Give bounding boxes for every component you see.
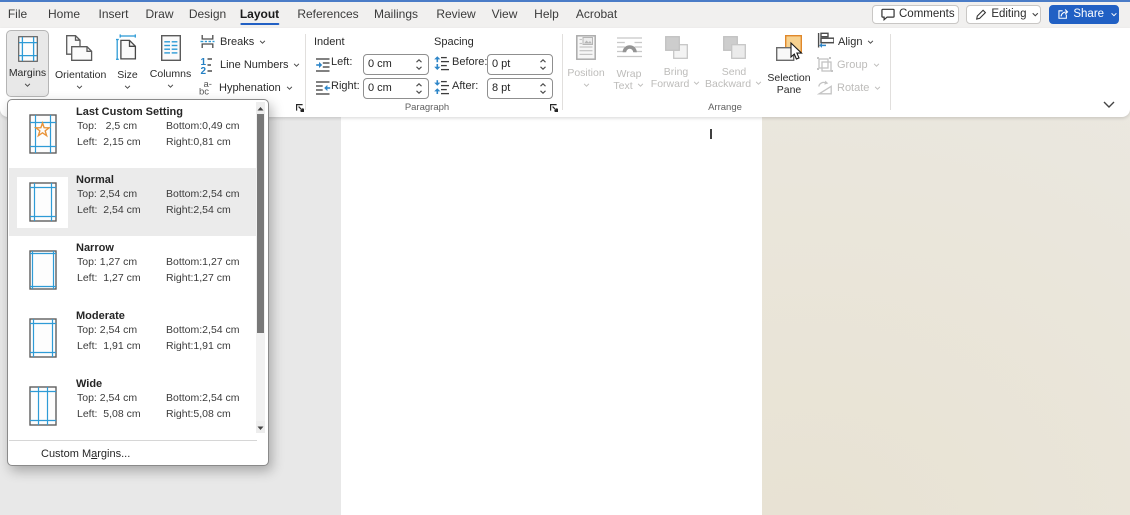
svg-text:2: 2 [201,66,207,74]
svg-text:bc: bc [199,87,209,97]
